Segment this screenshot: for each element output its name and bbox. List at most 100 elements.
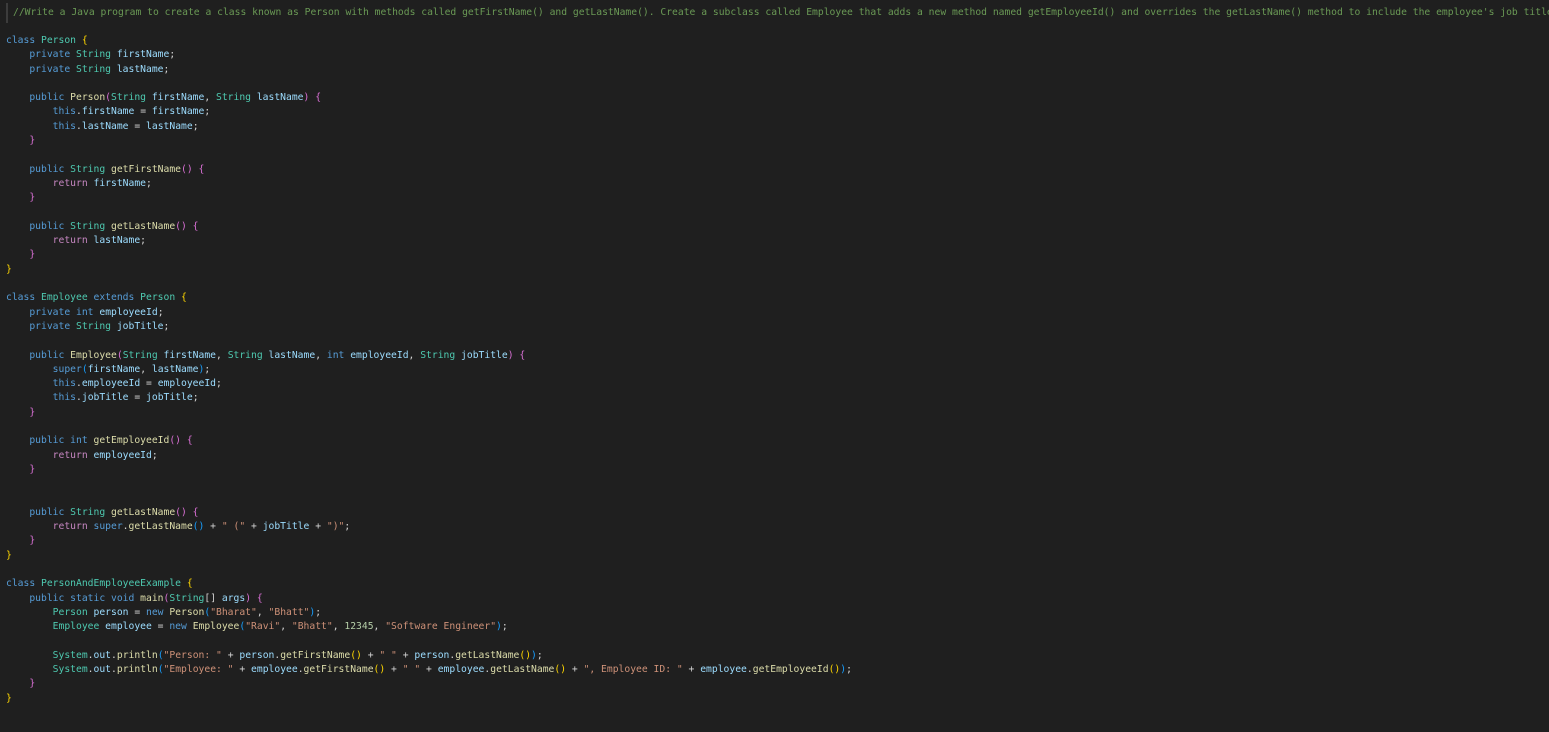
code-line[interactable]: public String getFirstName() { — [6, 163, 852, 177]
code-line[interactable]: System.out.println("Employee: " + employ… — [6, 663, 852, 677]
code-line[interactable]: } — [6, 534, 852, 548]
code-line[interactable]: public static void main(String[] args) { — [6, 592, 852, 606]
code-line[interactable]: public Person(String firstName, String l… — [6, 91, 852, 105]
code-line[interactable]: } — [6, 191, 852, 205]
code-line[interactable]: } — [6, 692, 852, 706]
code-token: String — [76, 320, 117, 332]
code-line[interactable] — [6, 634, 852, 648]
code-line[interactable] — [6, 206, 852, 220]
code-line[interactable] — [6, 334, 852, 348]
code-line[interactable]: return employeeId; — [6, 449, 852, 463]
code-line[interactable]: private String firstName; — [6, 48, 852, 62]
code-line[interactable]: this.employeeId = employeeId; — [6, 377, 852, 391]
code-line[interactable]: this.jobTitle = jobTitle; — [6, 391, 852, 405]
code-line[interactable]: private String lastName; — [6, 63, 852, 77]
code-line[interactable]: } — [6, 463, 852, 477]
code-line[interactable]: } — [6, 549, 852, 563]
code-line[interactable]: } — [6, 263, 852, 277]
code-token: public — [29, 349, 71, 361]
code-token: employee — [105, 621, 152, 633]
code-token: public — [29, 163, 71, 175]
code-line[interactable]: class Person { — [6, 34, 852, 48]
code-token: { — [256, 592, 263, 604]
code-line[interactable]: class PersonAndEmployeeExample { — [6, 577, 852, 591]
code-token: = — [140, 378, 158, 390]
code-line[interactable]: class Employee extends Person { — [6, 291, 852, 305]
code-token: Person — [140, 292, 181, 304]
code-line[interactable]: super(firstName, lastName); — [6, 363, 852, 377]
code-token: lastName — [93, 235, 141, 247]
code-token: String — [70, 506, 111, 518]
code-line[interactable]: public String getLastName() { — [6, 506, 852, 520]
code-token: Employee — [192, 621, 240, 633]
code-line[interactable]: this.firstName = firstName; — [6, 105, 852, 119]
code-line[interactable] — [6, 77, 852, 91]
code-token: return — [52, 235, 94, 247]
code-token: jobTitle — [146, 392, 193, 404]
code-token: Person — [70, 92, 106, 104]
code-token: int — [76, 306, 100, 318]
code-token: Person — [169, 606, 205, 618]
code-line[interactable] — [6, 277, 852, 291]
code-line[interactable]: } — [6, 406, 852, 420]
code-token: { — [192, 220, 199, 232]
code-line[interactable]: return lastName; — [6, 234, 852, 248]
code-line[interactable]: } — [6, 677, 852, 691]
code-token: "Bharat" — [210, 606, 257, 618]
code-area[interactable]: class Person { private String firstName;… — [6, 34, 852, 706]
code-token: ; — [151, 449, 158, 461]
code-line[interactable]: Person person = new Person("Bharat", "Bh… — [6, 606, 852, 620]
code-token: + — [385, 664, 403, 676]
code-token: ; — [169, 49, 176, 61]
code-line[interactable] — [6, 148, 852, 162]
code-token: } — [29, 192, 36, 204]
code-token: "Employee: " — [163, 664, 234, 676]
code-token: } — [6, 263, 12, 275]
code-line[interactable]: } — [6, 134, 852, 148]
code-token: () — [192, 521, 205, 533]
code-line[interactable]: this.lastName = lastName; — [6, 120, 852, 134]
code-token: ; — [846, 664, 852, 676]
code-token: getFirstName — [111, 163, 181, 175]
code-line[interactable]: public String getLastName() { — [6, 220, 852, 234]
code-token: static — [70, 592, 111, 604]
code-line[interactable] — [6, 563, 852, 577]
code-editor[interactable]: //Write a Java program to create a class… — [0, 0, 1549, 732]
code-line[interactable] — [6, 477, 852, 491]
code-token: 12345 — [344, 621, 374, 633]
code-token: ; — [157, 306, 164, 318]
code-line[interactable] — [6, 492, 852, 506]
code-line[interactable]: private String jobTitle; — [6, 320, 852, 334]
code-line[interactable] — [6, 420, 852, 434]
code-token: void — [111, 592, 141, 604]
code-token: getLastName — [455, 649, 520, 661]
code-token: employeeId — [350, 349, 409, 361]
code-token: class — [6, 578, 41, 590]
code-token: class — [6, 292, 41, 304]
code-token: String — [70, 163, 111, 175]
code-line[interactable]: return firstName; — [6, 177, 852, 191]
code-line[interactable]: public Employee(String firstName, String… — [6, 349, 852, 363]
code-token: ; — [216, 378, 222, 390]
comment-line[interactable]: //Write a Java program to create a class… — [6, 3, 1549, 23]
code-token: println — [116, 664, 158, 676]
code-line[interactable]: return super.getLastName() + " (" + jobT… — [6, 520, 852, 534]
code-token: } — [29, 249, 36, 261]
code-line[interactable]: public int getEmployeeId() { — [6, 434, 852, 448]
code-token: return — [52, 177, 94, 189]
code-line[interactable]: private int employeeId; — [6, 306, 852, 320]
code-token: + — [221, 649, 240, 661]
code-line[interactable]: } — [6, 248, 852, 262]
code-token: out — [93, 649, 112, 661]
code-token: String — [216, 92, 257, 104]
code-line[interactable]: System.out.println("Person: " + person.g… — [6, 649, 852, 663]
code-line[interactable]: Employee employee = new Employee("Ravi",… — [6, 620, 852, 634]
code-token: getLastName — [128, 521, 193, 533]
code-token: System — [52, 664, 88, 676]
code-token: ; — [140, 235, 147, 247]
